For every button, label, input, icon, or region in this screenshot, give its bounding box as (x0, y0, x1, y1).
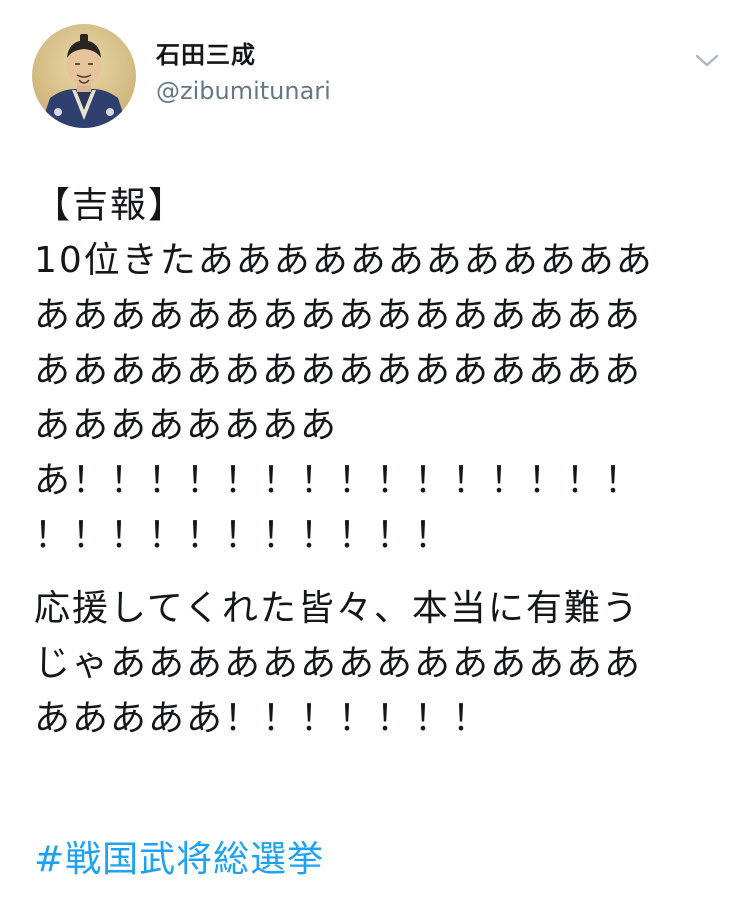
chevron-down-icon (695, 54, 719, 67)
tweet-menu-button[interactable] (692, 50, 722, 70)
hashtag-link[interactable]: #戦国武将総選挙 (34, 832, 324, 887)
tweet-paragraph: 【吉報】 10位きたああああああああああああ ああああああああああああああああ … (34, 185, 654, 556)
tweet-card: 石田三成 @zibumitunari 【吉報】 10位きたあああああああああああ… (0, 0, 750, 912)
samurai-portrait-avatar (32, 24, 136, 128)
display-name[interactable]: 石田三成 (156, 40, 331, 70)
tweet-header: 石田三成 @zibumitunari (32, 24, 722, 132)
user-handle[interactable]: @zibumitunari (156, 76, 331, 106)
user-names: 石田三成 @zibumitunari (156, 40, 331, 106)
tweet-paragraph: 応援してくれた皆々、本当に有難う じゃああああああああああああああ あああああ！… (34, 588, 643, 739)
tweet-body: 【吉報】 10位きたああああああああああああ ああああああああああああああああ … (34, 178, 724, 746)
avatar[interactable] (32, 24, 136, 128)
